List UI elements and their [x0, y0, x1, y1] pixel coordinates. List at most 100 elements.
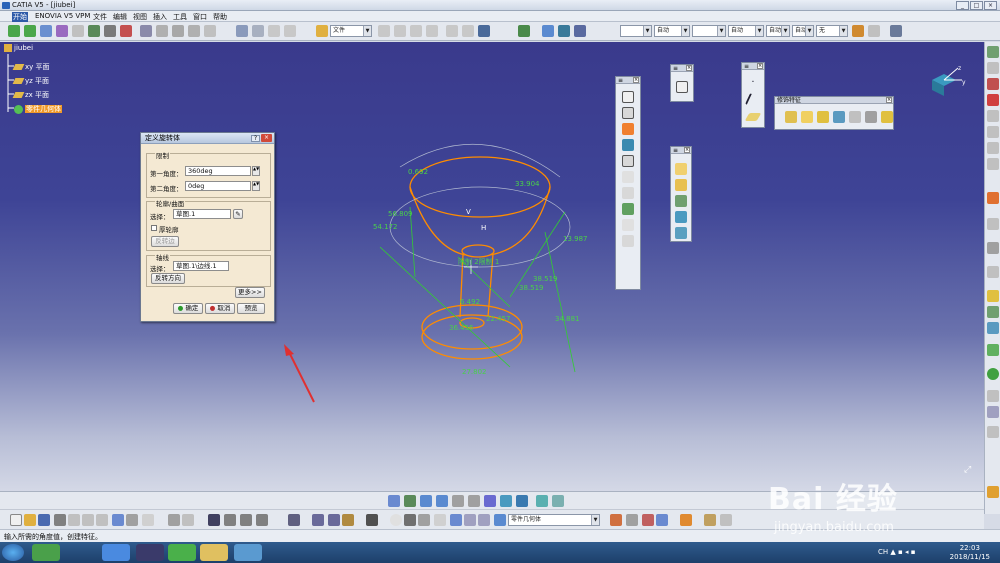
taskbar-app-wechat[interactable]: [168, 544, 196, 561]
stiffener-icon[interactable]: [622, 203, 634, 215]
tool-g-icon[interactable]: [394, 25, 406, 37]
tool-right-2-icon[interactable]: [987, 62, 999, 74]
point-icon[interactable]: ·: [747, 77, 759, 89]
tool-right-18-icon[interactable]: [987, 390, 999, 402]
shaft-icon[interactable]: [622, 123, 634, 135]
magnifier-icon[interactable]: [720, 514, 732, 526]
chamfer-icon[interactable]: [675, 179, 687, 191]
weight-combo[interactable]: 自动 ▼: [728, 25, 764, 37]
first-angle-spinner[interactable]: ▲▼: [252, 166, 260, 176]
open-file-icon[interactable]: [24, 514, 36, 526]
inertia-icon[interactable]: [464, 514, 476, 526]
measure-item-icon[interactable]: [366, 514, 378, 526]
manipulate-icon[interactable]: [56, 25, 68, 37]
knowledge-icon[interactable]: [224, 514, 236, 526]
pan-icon[interactable]: [420, 495, 432, 507]
minimize-button[interactable]: _: [956, 1, 969, 10]
catalog-browser-icon[interactable]: [704, 514, 716, 526]
pocket-icon[interactable]: [622, 107, 634, 119]
taskbar-app-photos[interactable]: [234, 544, 262, 561]
fillet-tool-icon[interactable]: [785, 111, 797, 123]
brush-icon[interactable]: [852, 25, 864, 37]
publish-icon[interactable]: [288, 514, 300, 526]
sketch-edit-button[interactable]: ✎: [233, 209, 243, 219]
tool-right-19-icon[interactable]: [987, 406, 999, 418]
maximize-button[interactable]: □: [970, 1, 983, 10]
view-a-icon[interactable]: [542, 25, 554, 37]
line-icon[interactable]: [745, 93, 761, 109]
hide-show-icon[interactable]: [552, 495, 564, 507]
menu-view[interactable]: 视图: [132, 12, 148, 22]
paint-icon[interactable]: [680, 514, 692, 526]
sketcher-icon[interactable]: [518, 25, 530, 37]
more-button[interactable]: 更多>>: [235, 287, 265, 298]
taskbar-app-catia[interactable]: [136, 544, 164, 561]
shading-icon[interactable]: [536, 495, 548, 507]
redo-icon[interactable]: [126, 514, 138, 526]
check-rule-icon[interactable]: [256, 514, 268, 526]
tool-right-3-icon[interactable]: [987, 78, 999, 90]
tool-right-8-icon[interactable]: [987, 158, 999, 170]
paste-icon[interactable]: [96, 514, 108, 526]
tool-right-16-icon[interactable]: [987, 344, 999, 356]
start-button[interactable]: [2, 544, 24, 561]
catalog-icon[interactable]: [120, 25, 132, 37]
hole-icon[interactable]: [622, 155, 634, 167]
view-c-icon[interactable]: [574, 25, 586, 37]
zoom-in-icon[interactable]: [452, 495, 464, 507]
color-combo[interactable]: ▼: [620, 25, 652, 37]
loft-icon[interactable]: [622, 219, 634, 231]
scene-icon[interactable]: [656, 514, 668, 526]
fillet-icon[interactable]: [675, 163, 687, 175]
dialog-close-button[interactable]: ×: [261, 134, 272, 142]
groove-icon[interactable]: [622, 139, 634, 151]
render-icon[interactable]: [642, 514, 654, 526]
tool-j-icon[interactable]: [446, 25, 458, 37]
tool-right-13-icon[interactable]: [987, 290, 999, 302]
tool-right-20-icon[interactable]: [987, 426, 999, 438]
thread-tool-icon[interactable]: [849, 111, 861, 123]
menu-window[interactable]: 窗口: [192, 12, 208, 22]
print-icon[interactable]: [54, 514, 66, 526]
linetype-combo[interactable]: 自动 ▼: [654, 25, 690, 37]
tool-a-icon[interactable]: [172, 25, 184, 37]
taskbar-app-1[interactable]: [32, 544, 60, 561]
tool-c-icon[interactable]: [204, 25, 216, 37]
fly-mode-icon[interactable]: [388, 495, 400, 507]
check-icon[interactable]: [72, 25, 84, 37]
rib-icon[interactable]: [622, 171, 634, 183]
measure-between-icon[interactable]: [434, 514, 446, 526]
tool-h-icon[interactable]: [410, 25, 422, 37]
shell-icon[interactable]: [675, 211, 687, 223]
pad-icon[interactable]: [622, 91, 634, 103]
cancel-button[interactable]: ● 取消: [205, 303, 235, 314]
body-icon[interactable]: [494, 514, 506, 526]
remove-loft-icon[interactable]: [622, 235, 634, 247]
snap-icon[interactable]: [40, 25, 52, 37]
zoom-out-icon[interactable]: [468, 495, 480, 507]
tool-k-icon[interactable]: [462, 25, 474, 37]
undo-icon[interactable]: [112, 514, 124, 526]
compass-icon[interactable]: z y: [928, 64, 968, 100]
measure-icon[interactable]: [140, 25, 152, 37]
threads-icon[interactable]: [418, 514, 430, 526]
tool-f-icon[interactable]: [378, 25, 390, 37]
tool-right-6-icon[interactable]: [987, 126, 999, 138]
taskbar-app-explorer[interactable]: [200, 544, 228, 561]
axis-input[interactable]: 草图.1\边线.1: [173, 261, 229, 271]
formula-icon[interactable]: [168, 514, 180, 526]
menu-insert[interactable]: 插入: [152, 12, 168, 22]
define-work-object-icon[interactable]: [328, 514, 340, 526]
sketch-icon[interactable]: [676, 81, 688, 93]
close-window-button[interactable]: ×: [984, 1, 997, 10]
mass-icon[interactable]: [450, 514, 462, 526]
layer-combo[interactable]: 自动 ▼: [766, 25, 790, 37]
tool-l-icon[interactable]: [890, 25, 902, 37]
tool-e-icon[interactable]: [284, 25, 296, 37]
stack-icon[interactable]: [478, 514, 490, 526]
tool-right-12-icon[interactable]: [987, 266, 999, 278]
second-angle-spinner[interactable]: ▲▼: [252, 181, 260, 191]
second-angle-input[interactable]: 0deg: [185, 181, 251, 191]
tool-right-10-icon[interactable]: [987, 218, 999, 230]
tool-right-17-icon[interactable]: [987, 368, 999, 380]
